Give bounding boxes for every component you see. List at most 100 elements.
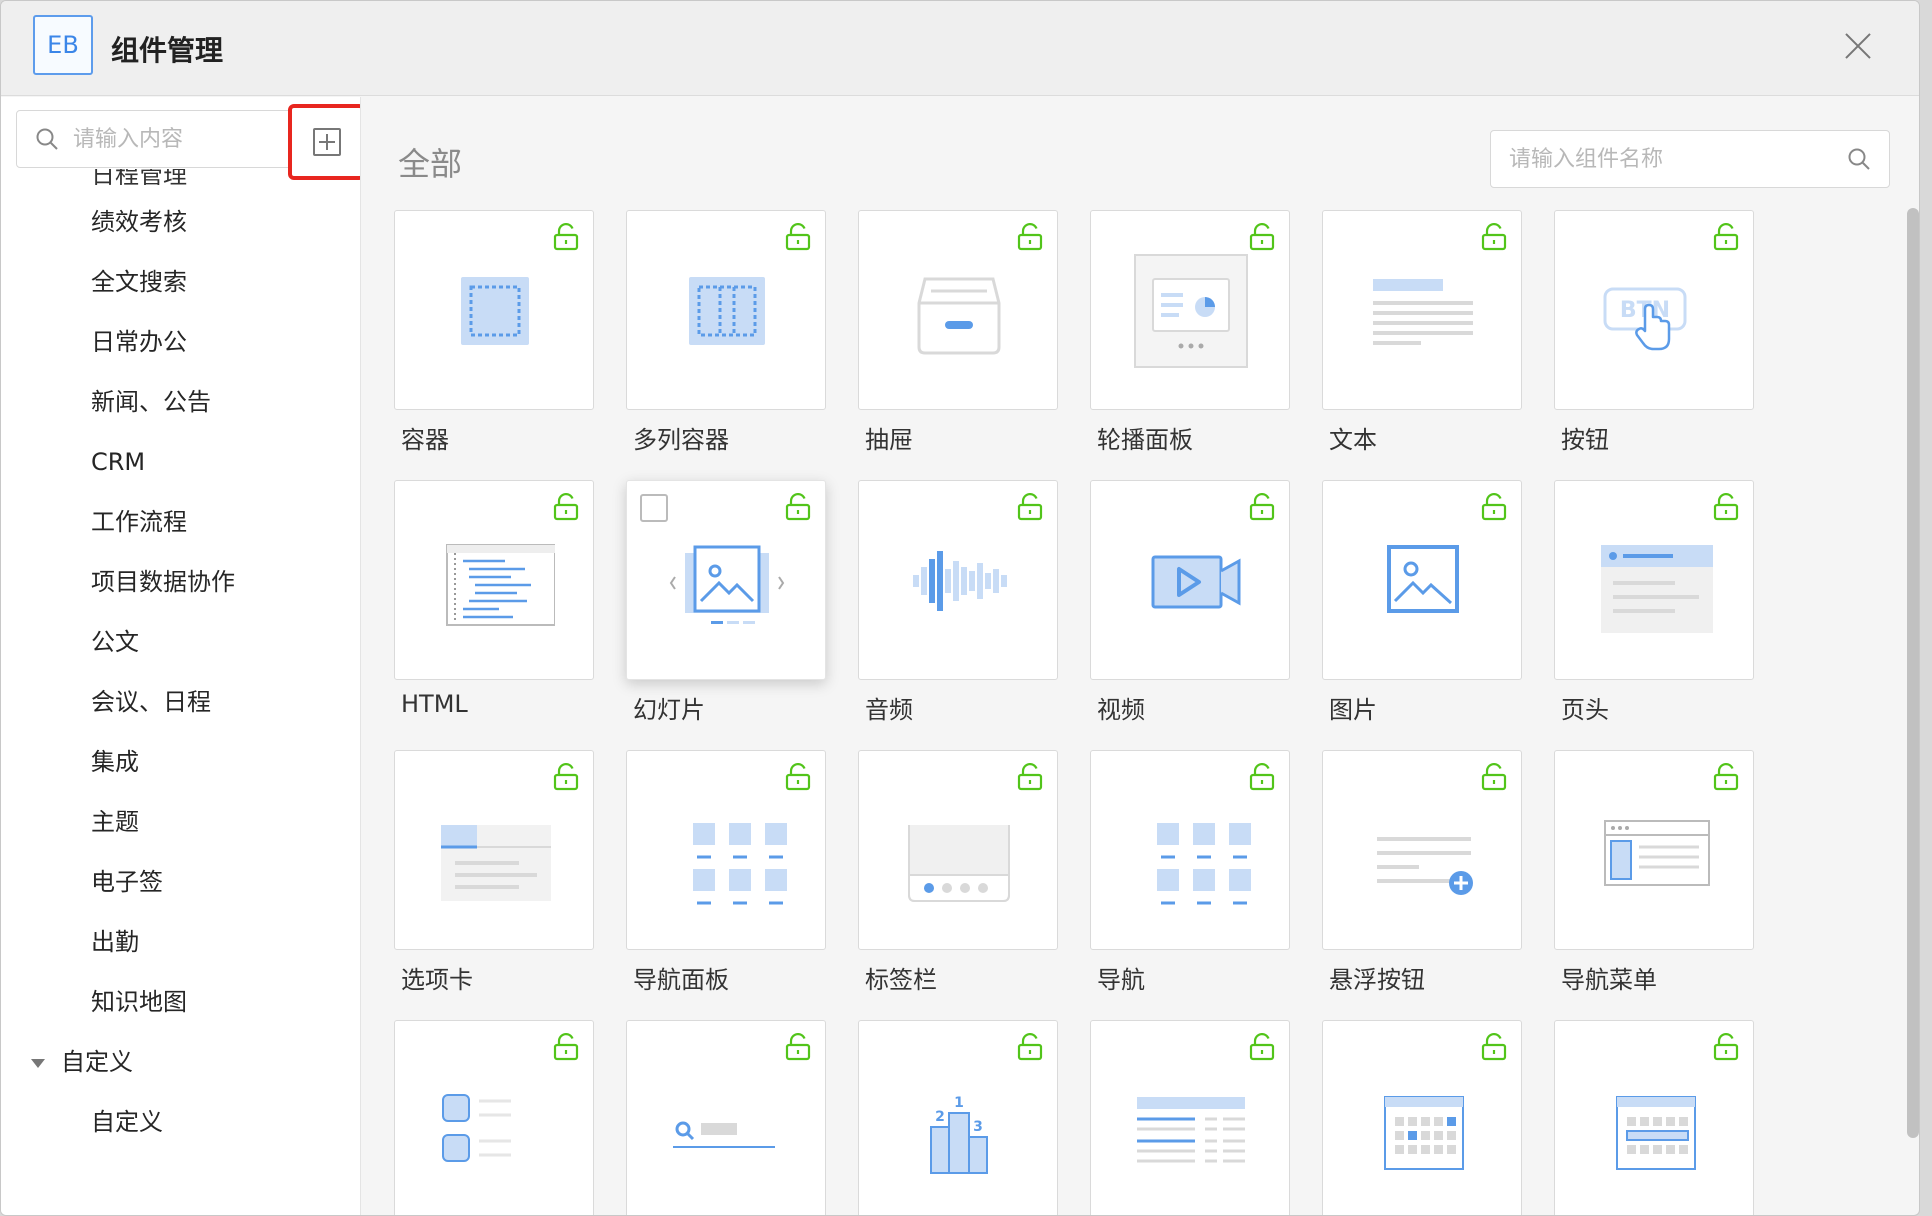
unlock-icon[interactable] [1017,1033,1043,1061]
component-preview[interactable] [1090,480,1290,680]
unlock-icon[interactable] [553,763,579,791]
unlock-icon[interactable] [1249,763,1275,791]
component-card[interactable]: 选项卡 [394,750,594,995]
component-card[interactable]: 轮播面板 [1090,210,1290,455]
unlock-icon[interactable] [1481,1033,1507,1061]
component-card[interactable]: BTN 按钮 [1554,210,1754,455]
component-preview[interactable] [1554,480,1754,680]
component-preview[interactable] [1322,210,1522,410]
component-card[interactable]: HTML [394,480,594,718]
sidebar-item[interactable]: CRM [1,432,360,492]
unlock-icon[interactable] [1481,763,1507,791]
unlock-icon[interactable] [785,763,811,791]
close-icon[interactable] [1843,31,1873,61]
component-preview[interactable] [1322,750,1522,950]
component-card[interactable]: 导航菜单 [1554,750,1754,995]
component-preview[interactable] [626,210,826,410]
component-preview[interactable] [1322,1020,1522,1215]
component-card[interactable]: 导航 [1090,750,1290,995]
sidebar-item[interactable]: 自定义 [1,1092,360,1152]
component-preview[interactable] [858,480,1058,680]
sidebar-item[interactable]: 全文搜索 [1,252,360,312]
sidebar-group-custom[interactable]: 自定义 [1,1032,360,1092]
scrollbar[interactable] [1907,208,1919,1138]
component-card[interactable]: 容器 [394,210,594,455]
sidebar-item[interactable]: 出勤 [1,912,360,972]
component-preview[interactable] [626,750,826,950]
component-search-input[interactable] [1509,143,1829,175]
unlock-icon[interactable] [1249,1033,1275,1061]
component-preview[interactable] [626,480,826,680]
component-label: 导航菜单 [1561,966,1657,994]
unlock-icon[interactable] [1713,1033,1739,1061]
component-preview[interactable] [1322,480,1522,680]
unlock-icon[interactable] [553,1033,579,1061]
component-card[interactable]: 音频 [858,480,1058,725]
component-preview[interactable] [1554,1020,1754,1215]
component-card[interactable] [1322,1020,1522,1215]
unlock-icon[interactable] [1017,493,1043,521]
add-category-button[interactable] [288,104,360,180]
component-preview[interactable] [394,480,594,680]
sidebar-item[interactable]: 集成 [1,732,360,792]
component-card[interactable] [394,1020,594,1215]
sidebar-item[interactable]: 会议、日程 [1,672,360,732]
unlock-icon[interactable] [1713,493,1739,521]
unlock-icon[interactable] [1713,223,1739,251]
sidebar-item[interactable]: 项目数据协作 [1,552,360,612]
sidebar-item-partial[interactable]: 日程管理 [91,169,187,185]
unlock-icon[interactable] [1249,223,1275,251]
category-search-input[interactable] [73,123,293,155]
sidebar-item[interactable]: 新闻、公告 [1,372,360,432]
component-preview[interactable] [1090,750,1290,950]
component-card[interactable]: 抽屉 [858,210,1058,455]
component-card[interactable]: 视频 [1090,480,1290,725]
sidebar-item[interactable]: 公文 [1,612,360,672]
sidebar-item[interactable]: 日常办公 [1,312,360,372]
component-preview[interactable] [1090,210,1290,410]
sidebar-item[interactable]: 绩效考核 [1,192,360,252]
component-preview[interactable] [394,1020,594,1215]
component-preview[interactable] [626,1020,826,1215]
unlock-icon[interactable] [553,493,579,521]
component-card[interactable] [1090,1020,1290,1215]
dialog-header: EB 组件管理 [1,1,1919,96]
unlock-icon[interactable] [1481,223,1507,251]
component-card[interactable]: 图片 [1322,480,1522,725]
component-card[interactable]: 幻灯片 [626,480,826,725]
sidebar-item[interactable]: 工作流程 [1,492,360,552]
component-preview[interactable] [858,750,1058,950]
unlock-icon[interactable] [785,493,811,521]
unlock-icon[interactable] [785,223,811,251]
component-preview[interactable] [1090,1020,1290,1215]
unlock-icon[interactable] [785,1033,811,1061]
unlock-icon[interactable] [553,223,579,251]
unlock-icon[interactable] [1017,763,1043,791]
category-search[interactable] [16,110,301,168]
select-checkbox[interactable] [640,494,668,522]
component-preview[interactable] [394,750,594,950]
component-preview[interactable] [394,210,594,410]
component-preview[interactable]: 12 3 [858,1020,1058,1215]
unlock-icon[interactable] [1481,493,1507,521]
component-card[interactable]: 导航面板 [626,750,826,995]
sidebar-item[interactable]: 电子签 [1,852,360,912]
sidebar-item[interactable]: 主题 [1,792,360,852]
component-preview[interactable] [858,210,1058,410]
calendar-week-icon [1616,1096,1696,1170]
component-preview[interactable]: BTN [1554,210,1754,410]
component-card[interactable] [626,1020,826,1215]
component-card[interactable]: 12 3 [858,1020,1058,1215]
component-card[interactable]: 多列容器 [626,210,826,455]
unlock-icon[interactable] [1017,223,1043,251]
sidebar-item[interactable]: 知识地图 [1,972,360,1032]
component-search[interactable] [1490,130,1890,188]
unlock-icon[interactable] [1713,763,1739,791]
component-card[interactable]: 标签栏 [858,750,1058,995]
component-card[interactable] [1554,1020,1754,1215]
component-card[interactable]: 文本 [1322,210,1522,455]
component-preview[interactable] [1554,750,1754,950]
component-card[interactable]: 悬浮按钮 [1322,750,1522,995]
component-card[interactable]: 页头 [1554,480,1754,725]
unlock-icon[interactable] [1249,493,1275,521]
